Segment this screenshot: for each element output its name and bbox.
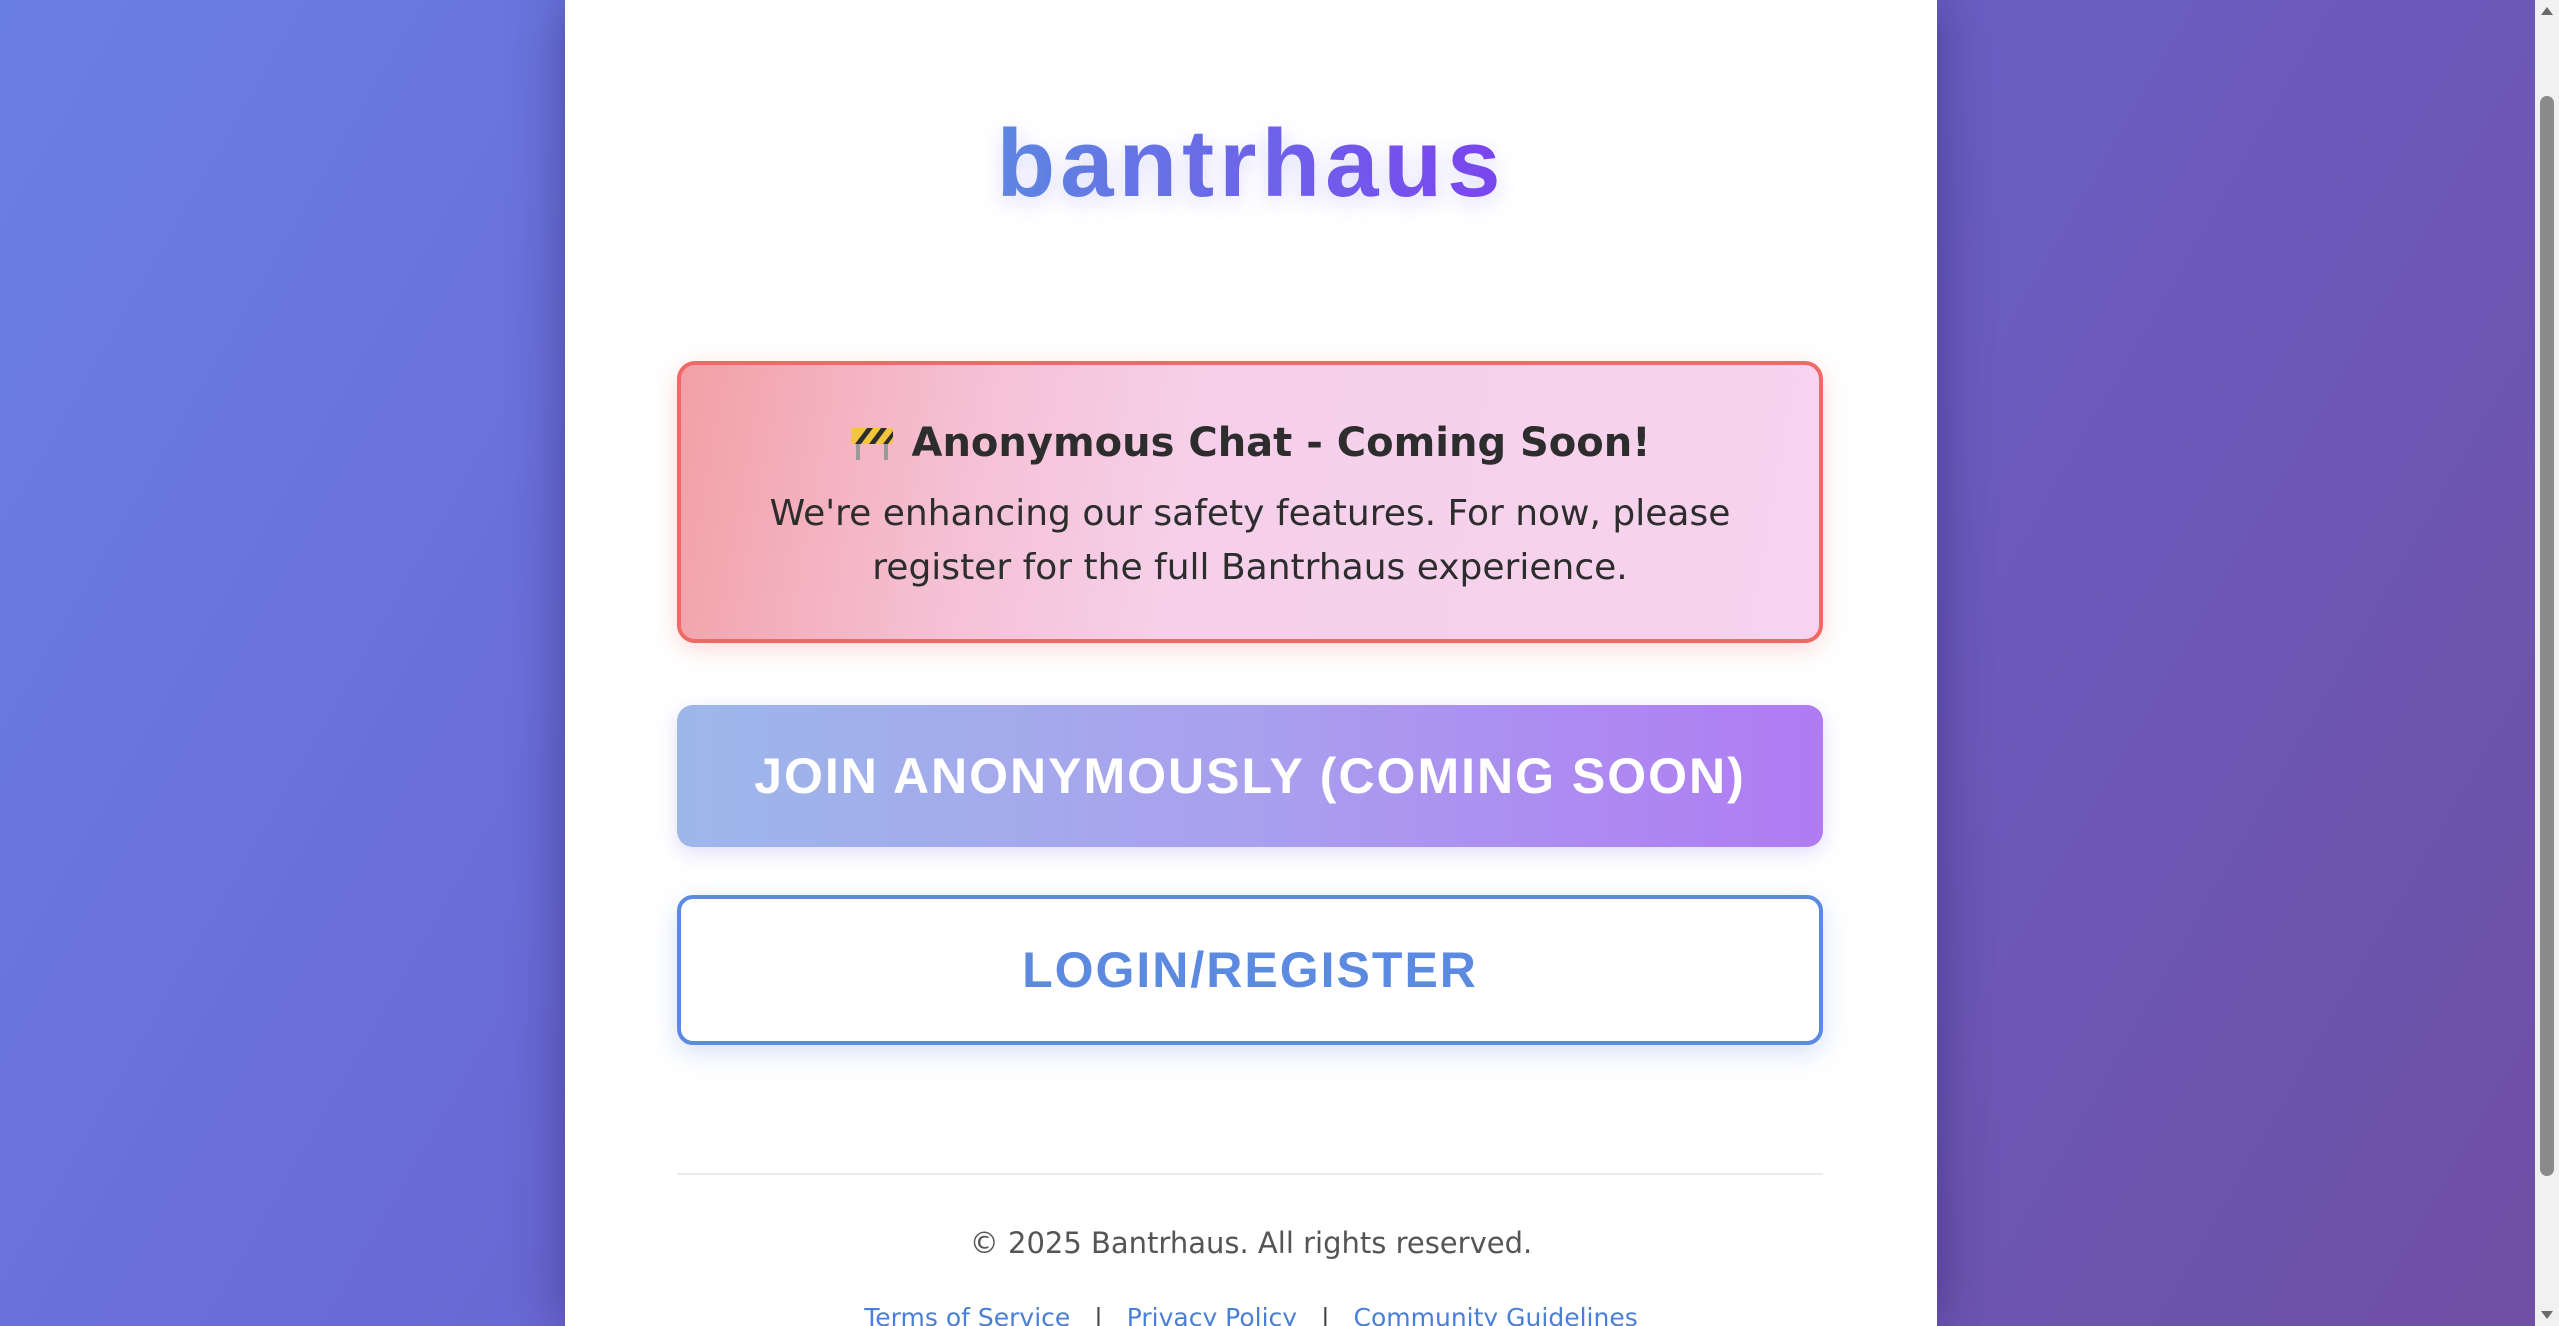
logo: bantrhaus <box>565 104 1937 224</box>
terms-of-service-link[interactable]: Terms of Service <box>864 1303 1070 1326</box>
vertical-scrollbar[interactable] <box>2535 0 2559 1326</box>
footer-links: Terms of Service | Privacy Policy | Communit… <box>565 1300 1937 1326</box>
notice-title: Anonymous Chat - Coming Soon! <box>911 420 1651 466</box>
join-anonymously-button[interactable]: JOIN ANONYMOUSLY (COMING SOON) <box>677 705 1823 847</box>
scrollbar-thumb[interactable] <box>2540 96 2554 1176</box>
footer-separator: | <box>1321 1303 1330 1326</box>
coming-soon-notice: Anonymous Chat - Coming Soon! We're enha… <box>677 361 1823 643</box>
community-guidelines-link[interactable]: Community Guidelines <box>1354 1303 1638 1326</box>
construction-barrier-icon <box>850 421 894 460</box>
footer-divider <box>677 1173 1823 1175</box>
main-card: bantrhaus Anonymous Chat - Coming Soon! … <box>565 0 1937 1326</box>
notice-title-row: Anonymous Chat - Coming Soon! <box>681 417 1819 469</box>
notice-body: We're enhancing our safety features. For… <box>769 493 1731 588</box>
privacy-policy-link[interactable]: Privacy Policy <box>1127 1303 1297 1326</box>
copyright-text: © 2025 Bantrhaus. All rights reserved. <box>969 1226 1533 1260</box>
scroll-down-arrow-icon[interactable] <box>2535 1304 2559 1326</box>
scroll-up-arrow-icon[interactable] <box>2535 0 2559 22</box>
logo-text: bantrhaus <box>996 110 1506 217</box>
footer-separator: | <box>1094 1303 1103 1326</box>
login-register-button[interactable]: LOGIN/REGISTER <box>677 895 1823 1045</box>
